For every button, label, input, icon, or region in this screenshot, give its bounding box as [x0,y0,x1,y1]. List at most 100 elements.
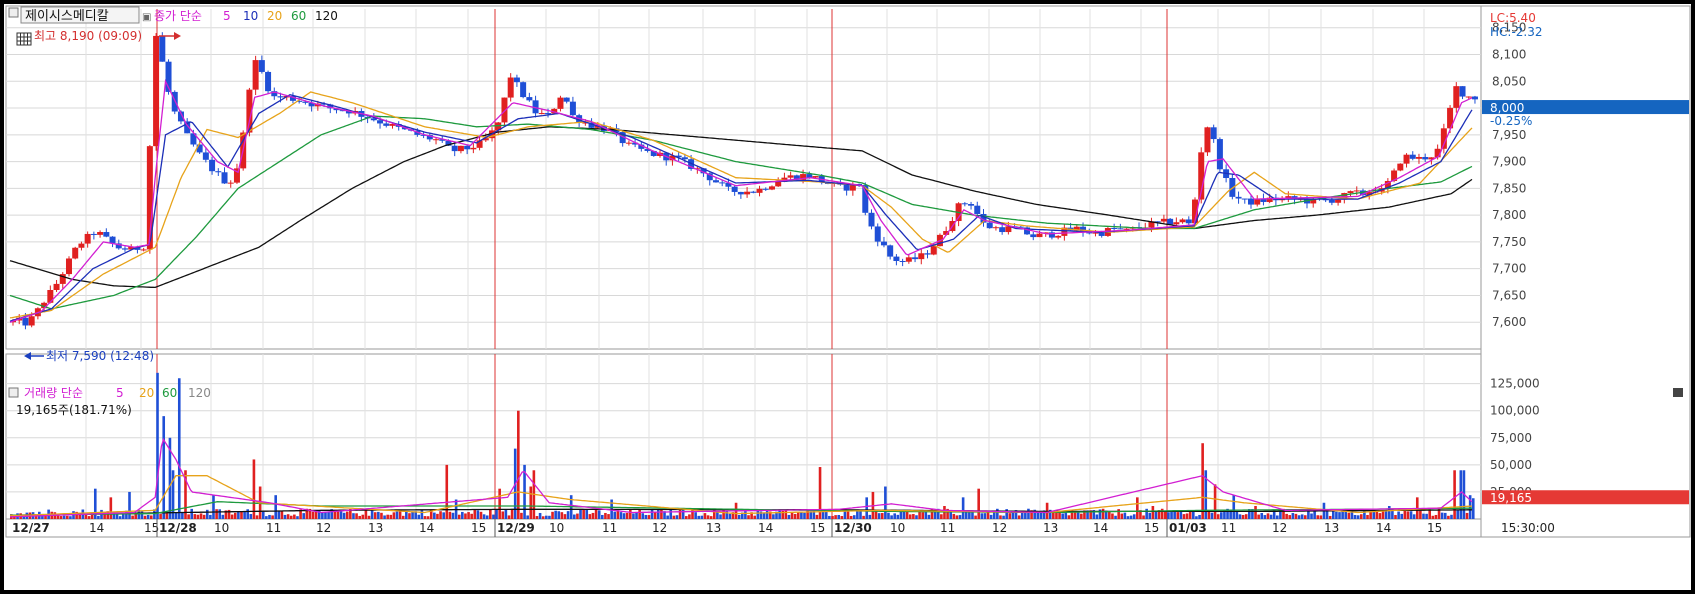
volume-bar [800,512,803,519]
candle-body [812,176,819,178]
legend-ma10: 10 [243,9,258,23]
volume-bar [1459,470,1463,519]
volume-bar [1120,513,1124,519]
volume-bar [140,511,144,519]
candle-body [121,248,128,250]
volume-bar [1412,514,1416,519]
hc-label: HC:-2.32 [1490,25,1543,39]
volume-pane[interactable] [5,353,1482,520]
volume-bar [355,513,358,519]
volume-bar [1173,511,1176,519]
volume-bar [576,513,579,519]
candle-body [507,77,514,98]
pane-collapse-icon[interactable] [1673,388,1683,397]
x-tick-label: 15 [810,521,825,535]
settings-icon: ▣ [142,12,151,23]
candle-body [1204,127,1211,153]
volume-bar [69,516,72,519]
volume-bar [548,515,551,519]
volume-bar [445,464,449,519]
volume-bar [383,515,386,519]
volume-bar [286,514,290,519]
volume-bar [461,511,464,519]
volume-bar [806,509,809,519]
candle-body [84,233,91,244]
volume-bar [165,513,169,519]
candle-body [538,113,545,115]
candle-body [72,247,79,259]
volume-bar [1080,513,1083,519]
legend-volume-ma120: 120 [188,386,211,400]
volume-bar [433,512,436,519]
time-label: 15:30:00 [1501,521,1555,535]
candle-body [762,188,769,190]
volume-bar [1170,512,1173,519]
candle-body [464,145,471,150]
volume-bar [961,497,965,519]
volume-bar [1114,515,1117,519]
chart-area: 12/27 14 15 12/28 10 11 12 13 14 15 12/29 10 11 12 13 1… [4,4,1691,590]
volume-bar [377,511,380,519]
volume-bar [464,513,467,519]
volume-tag-label: 19,165 [1490,491,1532,505]
legend-volume-ma20: 20 [139,386,154,400]
volume-bar [703,513,707,519]
volume-bar [1260,512,1264,519]
candle-body [843,184,850,191]
candle-body [90,233,97,235]
volume-bar [1403,510,1407,519]
volume-bar [688,514,691,519]
volume-pane-toggle-icon[interactable] [8,387,19,398]
x-tick-label: 15 [1144,521,1159,535]
volume-bar [485,515,489,519]
stock-chart[interactable]: 12/27 14 15 12/28 10 11 12 13 14 15 12/29 10 11 12 13 1… [4,4,1691,590]
volume-bar [697,515,701,519]
volume-bar [1344,511,1348,519]
volume-bar [706,515,710,519]
candle-body [513,77,520,83]
volume-bar [1356,515,1360,519]
candle-body [28,316,35,326]
volume-bar [1235,511,1239,519]
table-icon[interactable] [16,32,32,46]
candle-body [383,123,390,126]
volume-bar [1095,514,1099,519]
volume-bar [625,512,629,519]
candle-body [806,174,813,178]
candle-body [53,283,60,290]
volume-bar [862,515,865,519]
candle-body [47,289,54,303]
low-annotation: 최저 7,590 (12:48) [46,349,154,363]
volume-bar [1254,506,1257,519]
y-tick-label: 8,050 [1492,74,1526,88]
candle-body [756,188,763,193]
volume-bar [1002,515,1005,519]
volume-bar [1443,512,1447,519]
volume-bar [426,516,430,519]
volume-bar [856,511,859,519]
volume-tick-label: 100,000 [1490,404,1540,418]
volume-bar [1378,513,1382,519]
volume-bar [1447,515,1450,519]
volume-bar [1381,510,1385,519]
volume-bar [1409,511,1413,519]
volume-bar [520,512,523,519]
volume-bar [293,514,296,519]
volume-bar [859,511,862,519]
volume-bar [436,513,439,519]
price-pane-toggle-icon[interactable] [8,7,19,18]
volume-bar [420,510,424,519]
legend-ma120: 120 [315,9,338,23]
volume-bar [457,514,461,519]
candle-body [924,253,931,255]
volume-bar [601,514,604,519]
volume-bar [386,514,389,519]
candle-body [1453,86,1460,108]
volume-bar [672,515,676,519]
volume-bar [1319,515,1323,519]
volume-bar [828,515,831,519]
volume-bar [1328,515,1332,519]
candle-body [1111,228,1118,230]
volume-bar [641,513,645,519]
candle-body [159,35,166,62]
